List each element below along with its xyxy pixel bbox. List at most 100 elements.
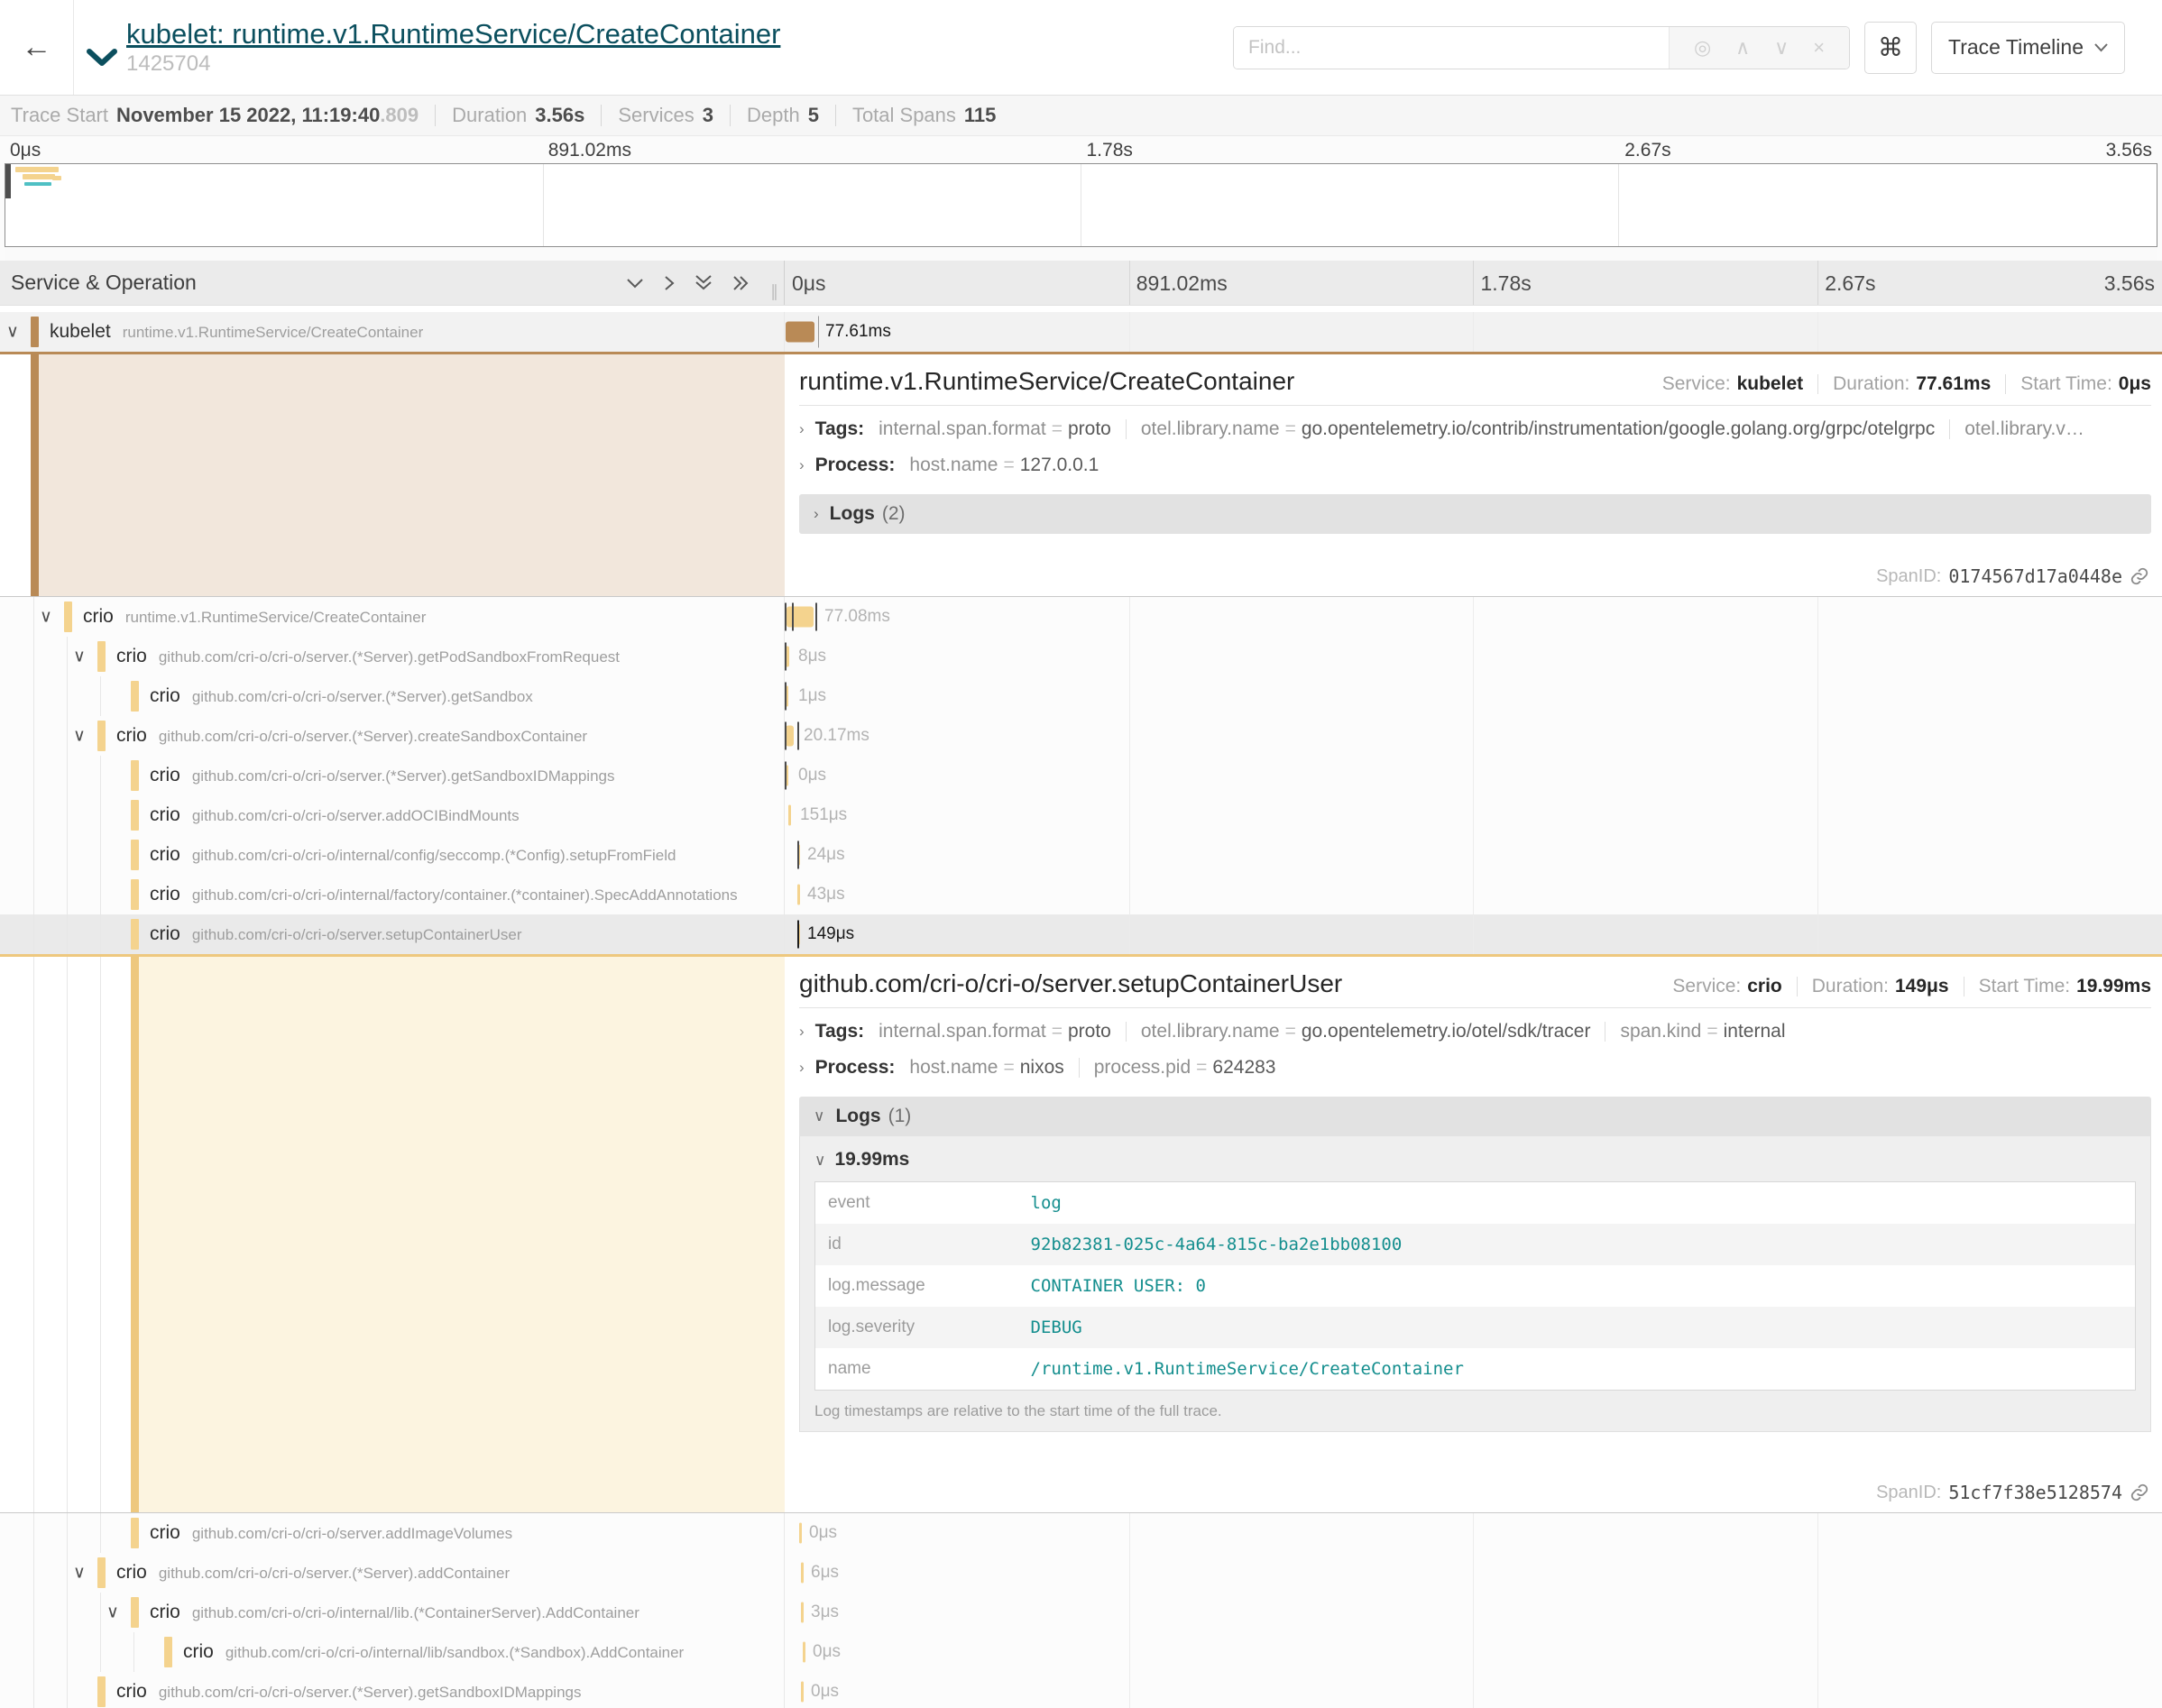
span-timeline-cell[interactable]: 1μs — [785, 676, 2162, 716]
span-name-cell[interactable]: ∨ crioruntime.v1.RuntimeService/CreateCo… — [0, 597, 785, 637]
locate-icon[interactable]: ◎ — [1694, 38, 1711, 58]
span-children-chevron-down-icon[interactable]: ∨ — [40, 607, 52, 628]
indent-guide — [33, 756, 34, 795]
prev-match-icon[interactable]: ∧ — [1735, 38, 1750, 58]
span-duration-bar[interactable] — [801, 1563, 804, 1584]
tick-label: 3.56s — [2106, 140, 2152, 161]
span-name-cell[interactable]: ∨ criogithub.com/cri-o/cri-o/server.(*Se… — [0, 716, 785, 756]
span-name-cell[interactable]: ∨ criogithub.com/cri-o/cri-o/internal/li… — [0, 1593, 785, 1632]
span-row[interactable]: ∨ criogithub.com/cri-o/cri-o/server.(*Se… — [0, 716, 2162, 756]
span-timeline-cell[interactable]: 149μs — [785, 914, 2162, 954]
span-row[interactable]: ∨ criogithub.com/cri-o/cri-o/internal/li… — [0, 1593, 2162, 1632]
span-name-cell[interactable]: criogithub.com/cri-o/cri-o/server.setupC… — [0, 914, 785, 954]
indent-guide — [33, 716, 34, 756]
span-name-cell[interactable]: criogithub.com/cri-o/cri-o/server.addIma… — [0, 1513, 785, 1553]
collapse-header-chevron-down-icon[interactable] — [87, 49, 117, 67]
logs-toggle[interactable]: ›Logs(2) — [799, 494, 2151, 534]
span-row[interactable]: ∨ kubeletruntime.v1.RuntimeService/Creat… — [0, 312, 2162, 352]
span-timeline-cell[interactable]: 8μs — [785, 637, 2162, 676]
span-timeline-cell[interactable]: 77.61ms — [785, 312, 2162, 352]
span-row[interactable]: criogithub.com/cri-o/cri-o/internal/lib/… — [0, 1632, 2162, 1672]
log-field-row: log.severityDEBUG — [815, 1307, 2136, 1348]
span-row[interactable]: criogithub.com/cri-o/cri-o/internal/conf… — [0, 835, 2162, 875]
span-name-cell[interactable]: criogithub.com/cri-o/cri-o/internal/lib/… — [0, 1632, 785, 1672]
span-name-cell[interactable]: criogithub.com/cri-o/cri-o/server.(*Serv… — [0, 676, 785, 716]
indent-guide — [67, 1513, 68, 1553]
span-row[interactable]: criogithub.com/cri-o/cri-o/server.(*Serv… — [0, 676, 2162, 716]
span-duration-bar[interactable] — [787, 607, 814, 628]
span-timeline-cell[interactable]: 43μs — [785, 875, 2162, 914]
keyboard-shortcuts-button[interactable]: ⌘ — [1864, 22, 1917, 74]
operation-name: github.com/cri-o/cri-o/server.(*Server).… — [159, 728, 587, 745]
span-name-cell[interactable]: ∨ criogithub.com/cri-o/cri-o/server.(*Se… — [0, 1553, 785, 1593]
span-duration-bar[interactable] — [803, 1642, 805, 1663]
span-id-value: 0174567d17a0448e — [1948, 565, 2122, 587]
span-duration-bar[interactable] — [797, 885, 800, 905]
span-timeline-cell[interactable]: 77.08ms — [785, 597, 2162, 637]
expand-all-icon[interactable] — [731, 274, 750, 292]
span-name-cell[interactable]: criogithub.com/cri-o/cri-o/server.(*Serv… — [0, 1672, 785, 1708]
collapse-all-icon[interactable] — [694, 274, 713, 292]
span-timeline-cell[interactable]: 0μs — [785, 1513, 2162, 1553]
process-row[interactable]: ›Process:host.name=nixosprocess.pid=6242… — [799, 1050, 2151, 1086]
page-header: ← kubelet: runtime.v1.RuntimeService/Cre… — [0, 0, 2162, 95]
span-name-cell[interactable]: criogithub.com/cri-o/cri-o/server.addOCI… — [0, 795, 785, 835]
tags-row[interactable]: ›Tags:internal.span.format=protootel.lib… — [799, 411, 2151, 447]
span-row[interactable]: criogithub.com/cri-o/cri-o/server.setupC… — [0, 914, 2162, 954]
span-name-cell[interactable]: criogithub.com/cri-o/cri-o/internal/fact… — [0, 875, 785, 914]
tag-kv: internal.span.format=proto — [879, 418, 1111, 440]
span-row[interactable]: ∨ criogithub.com/cri-o/cri-o/server.(*Se… — [0, 637, 2162, 676]
span-duration-bar[interactable] — [799, 1523, 802, 1544]
deep-link-icon[interactable] — [2130, 1483, 2149, 1502]
tags-row[interactable]: ›Tags:internal.span.format=protootel.lib… — [799, 1014, 2151, 1050]
minimap-viewport-scrubber[interactable] — [5, 164, 11, 198]
trace-title-link[interactable]: kubelet: runtime.v1.RuntimeService/Creat… — [126, 18, 780, 51]
service-color-bar — [131, 1597, 139, 1628]
span-children-chevron-down-icon[interactable]: ∨ — [73, 1563, 86, 1584]
span-duration-bar[interactable] — [801, 1682, 804, 1703]
span-children-chevron-down-icon[interactable]: ∨ — [106, 1602, 119, 1623]
span-name-cell[interactable]: criogithub.com/cri-o/cri-o/internal/conf… — [0, 835, 785, 875]
log-entry-toggle[interactable]: ∨19.99ms — [814, 1149, 2136, 1171]
find-input[interactable] — [1234, 27, 1669, 69]
span-duration-bar[interactable] — [788, 805, 791, 826]
span-row[interactable]: criogithub.com/cri-o/cri-o/server.(*Serv… — [0, 756, 2162, 795]
span-duration-bar[interactable] — [786, 322, 814, 343]
column-resizer-handle[interactable]: ∥ — [770, 282, 780, 301]
span-row[interactable]: criogithub.com/cri-o/cri-o/server.addOCI… — [0, 795, 2162, 835]
span-timeline-cell[interactable]: 3μs — [785, 1593, 2162, 1632]
service-operation-header: Service & Operation — [11, 271, 197, 295]
expand-one-icon[interactable] — [663, 274, 676, 292]
span-name-cell[interactable]: ∨ criogithub.com/cri-o/cri-o/server.(*Se… — [0, 637, 785, 676]
span-timeline-cell[interactable]: 0μs — [785, 756, 2162, 795]
span-row[interactable]: criogithub.com/cri-o/cri-o/server.addIma… — [0, 1513, 2162, 1553]
span-duration-label: 0μs — [809, 1523, 837, 1543]
span-timeline-cell[interactable]: 0μs — [785, 1672, 2162, 1708]
logs-toggle[interactable]: ∨Logs(1) — [799, 1097, 2151, 1136]
minimap-canvas[interactable] — [5, 163, 2157, 247]
service-color-bar — [131, 840, 139, 870]
span-row[interactable]: criogithub.com/cri-o/cri-o/server.(*Serv… — [0, 1672, 2162, 1708]
span-timeline-cell[interactable]: 6μs — [785, 1553, 2162, 1593]
span-row[interactable]: ∨ criogithub.com/cri-o/cri-o/server.(*Se… — [0, 1553, 2162, 1593]
span-duration-bar[interactable] — [801, 1602, 804, 1623]
span-children-chevron-down-icon[interactable]: ∨ — [73, 647, 86, 667]
span-name-cell[interactable]: criogithub.com/cri-o/cri-o/server.(*Serv… — [0, 756, 785, 795]
span-row[interactable]: ∨ crioruntime.v1.RuntimeService/CreateCo… — [0, 597, 2162, 637]
span-children-chevron-down-icon[interactable]: ∨ — [73, 726, 86, 747]
span-duration-bar[interactable] — [786, 726, 794, 747]
span-timeline-cell[interactable]: 24μs — [785, 835, 2162, 875]
span-timeline-cell[interactable]: 0μs — [785, 1632, 2162, 1672]
back-button[interactable]: ← — [0, 0, 74, 95]
view-selector-button[interactable]: Trace Timeline — [1931, 22, 2125, 74]
next-match-icon[interactable]: ∨ — [1774, 38, 1789, 58]
process-row[interactable]: ›Process:host.name=127.0.0.1 — [799, 447, 2151, 483]
span-children-chevron-down-icon[interactable]: ∨ — [6, 322, 19, 343]
span-timeline-cell[interactable]: 20.17ms — [785, 716, 2162, 756]
span-name-cell[interactable]: ∨ kubeletruntime.v1.RuntimeService/Creat… — [0, 312, 785, 352]
span-row[interactable]: criogithub.com/cri-o/cri-o/internal/fact… — [0, 875, 2162, 914]
span-timeline-cell[interactable]: 151μs — [785, 795, 2162, 835]
deep-link-icon[interactable] — [2130, 566, 2149, 586]
collapse-one-icon[interactable] — [625, 277, 645, 289]
clear-search-icon[interactable]: × — [1813, 38, 1825, 58]
